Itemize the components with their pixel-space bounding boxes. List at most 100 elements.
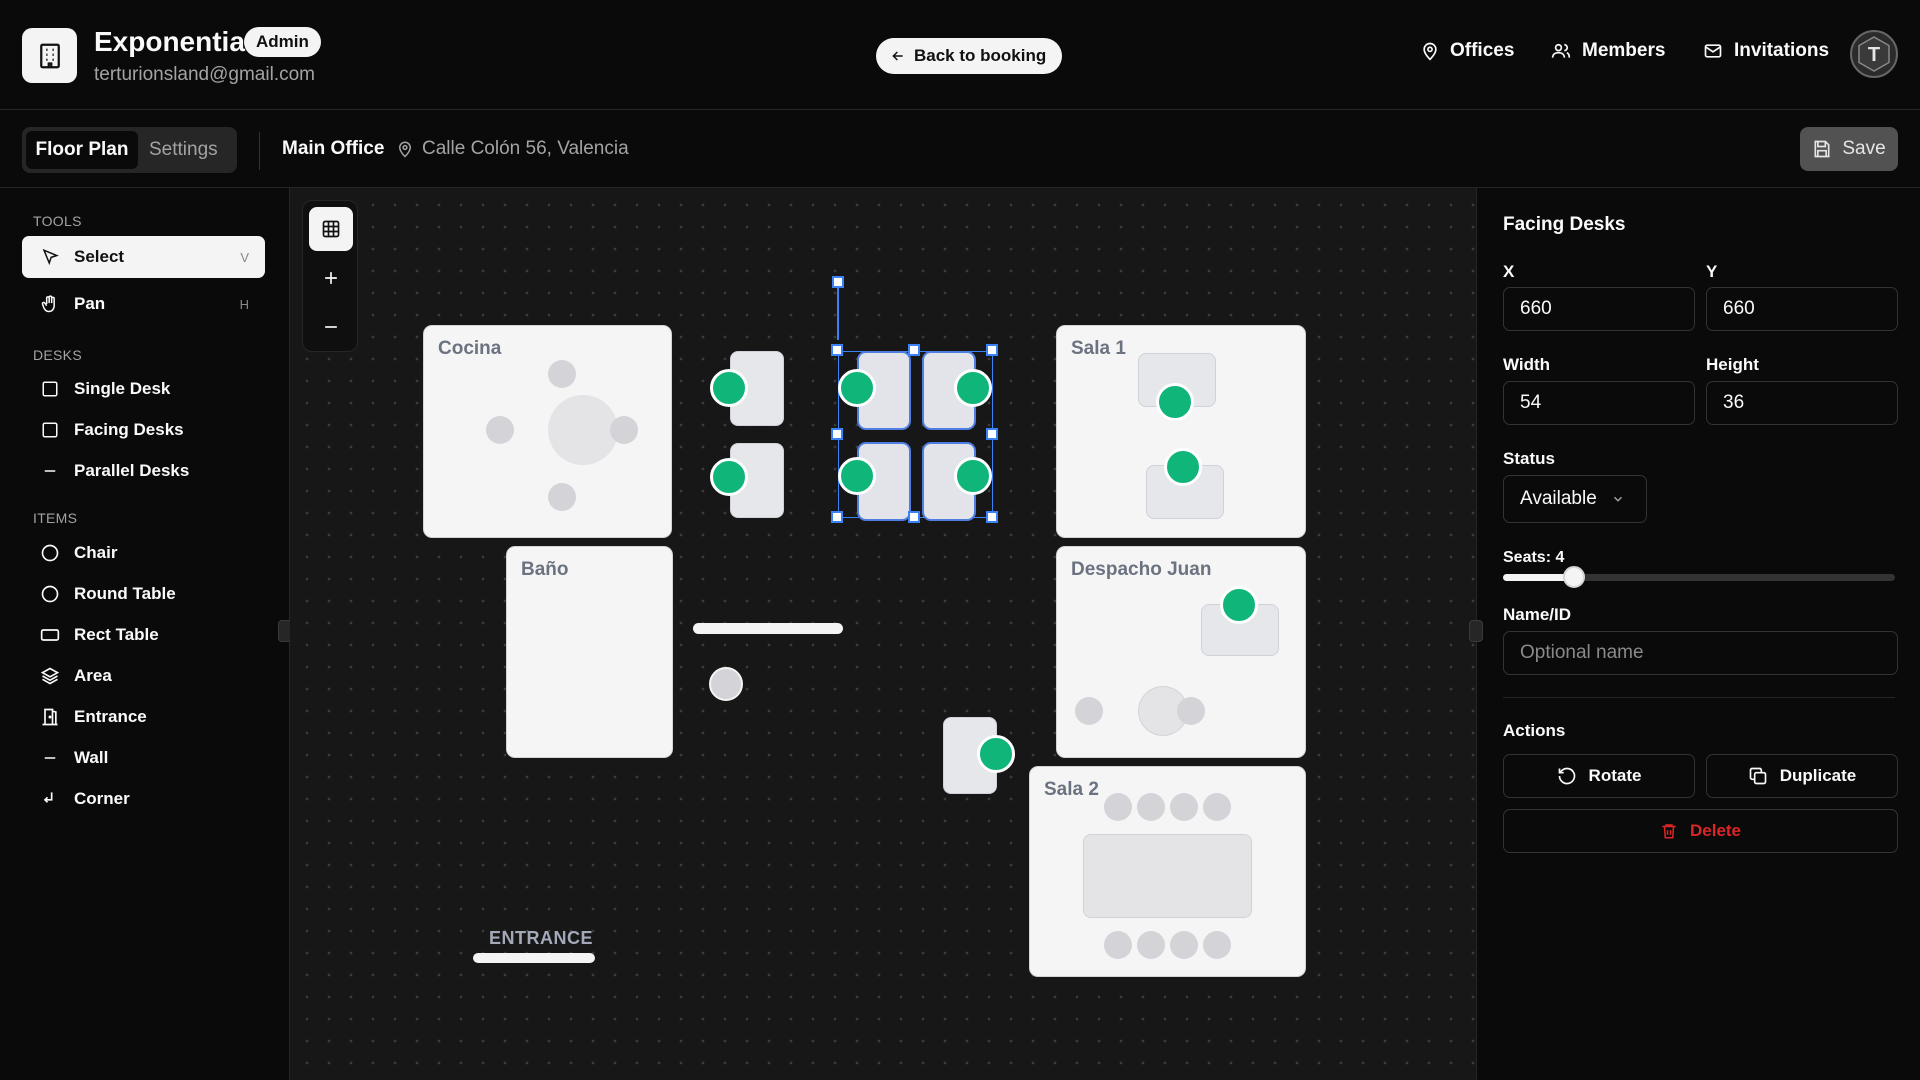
tool-select-label: Select — [74, 247, 125, 266]
tab-settings[interactable]: Settings — [149, 131, 218, 169]
tool-single-desk[interactable]: Single Desk — [22, 368, 265, 410]
seats-slider-thumb[interactable] — [1562, 566, 1585, 588]
building-logo-icon[interactable] — [22, 28, 77, 83]
chair[interactable] — [486, 416, 514, 444]
resize-handle-sw[interactable] — [831, 511, 843, 523]
room-despacho-juan[interactable]: Despacho Juan — [1057, 547, 1305, 757]
arrow-left-icon — [892, 51, 903, 61]
room-sala-2[interactable]: Sala 2 — [1030, 767, 1305, 976]
tool-pan[interactable]: Pan H — [22, 283, 265, 325]
nav-offices-label: Offices — [1450, 40, 1515, 61]
seat-available[interactable] — [710, 458, 748, 496]
chair[interactable] — [1104, 793, 1132, 821]
y-input[interactable]: 660 — [1706, 287, 1898, 331]
seat-available[interactable] — [838, 369, 876, 407]
x-input[interactable]: 660 — [1503, 287, 1695, 331]
user-avatar[interactable]: T — [1850, 30, 1898, 78]
width-label: Width — [1503, 355, 1551, 374]
seat-available[interactable] — [1220, 586, 1258, 624]
resize-handle-ne[interactable] — [986, 344, 998, 356]
tool-rect-table[interactable]: Rect Table — [22, 614, 265, 656]
mail-icon — [1704, 44, 1722, 58]
delete-button[interactable]: Delete — [1503, 809, 1898, 853]
back-to-booking-button[interactable]: Back to booking — [876, 38, 1063, 74]
save-icon — [1814, 140, 1830, 158]
divider — [1503, 697, 1895, 698]
room-sala-1[interactable]: Sala 1 — [1057, 326, 1305, 537]
resize-handle-nw[interactable] — [831, 344, 843, 356]
office-name: Main Office — [282, 138, 385, 159]
chair[interactable] — [1170, 931, 1198, 959]
room-bano[interactable]: Baño — [507, 547, 672, 757]
rotate-handle[interactable] — [832, 276, 844, 288]
chair[interactable] — [1203, 793, 1231, 821]
name-id-input[interactable]: Optional name — [1503, 631, 1898, 675]
chair[interactable] — [709, 667, 743, 701]
tab-floor-plan[interactable]: Floor Plan — [26, 131, 138, 169]
seat-available[interactable] — [838, 457, 876, 495]
tool-parallel-desks-label: Parallel Desks — [74, 461, 190, 480]
chair[interactable] — [548, 483, 576, 511]
circle-icon — [40, 584, 60, 604]
rotate-button[interactable]: Rotate — [1503, 754, 1695, 798]
back-to-booking-label: Back to booking — [914, 46, 1047, 65]
resize-handle-e[interactable] — [986, 428, 998, 440]
floor-plan-canvas[interactable]: Cocina Baño Sala 1 Despacho Juan Sala 2 … — [290, 188, 1476, 1080]
tool-wall[interactable]: Wall — [22, 737, 265, 779]
chair[interactable] — [1137, 931, 1165, 959]
actions-label: Actions — [1503, 721, 1566, 740]
seat-available[interactable] — [710, 369, 748, 407]
room-cocina[interactable]: Cocina — [424, 326, 671, 537]
wall[interactable] — [693, 623, 843, 634]
tool-wall-label: Wall — [74, 748, 109, 767]
round-table[interactable] — [548, 395, 618, 465]
nav-offices[interactable]: Offices — [1420, 40, 1514, 62]
duplicate-label: Duplicate — [1779, 766, 1857, 785]
rect-table[interactable] — [1084, 835, 1251, 917]
tool-round-table[interactable]: Round Table — [22, 573, 265, 615]
chair[interactable] — [548, 360, 576, 388]
resize-handle-s[interactable] — [908, 511, 920, 523]
chair[interactable] — [1177, 697, 1205, 725]
tool-corner[interactable]: Corner — [22, 778, 265, 820]
status-label: Status — [1503, 449, 1555, 468]
tool-area[interactable]: Area — [22, 655, 265, 697]
chair[interactable] — [1137, 793, 1165, 821]
seat-available[interactable] — [977, 735, 1015, 773]
status-value: Available — [1520, 488, 1597, 509]
width-input[interactable]: 54 — [1503, 381, 1695, 425]
seat-available[interactable] — [954, 457, 992, 495]
shortcut-hint: V — [240, 249, 249, 265]
zoom-in-button[interactable] — [309, 256, 353, 300]
nav-invitations[interactable]: Invitations — [1702, 40, 1829, 62]
save-button[interactable]: Save — [1800, 127, 1898, 171]
resize-handle-n[interactable] — [908, 344, 920, 356]
items-section-title: ITEMS — [33, 510, 78, 526]
right-panel-resize-handle[interactable] — [1469, 620, 1483, 642]
tool-select[interactable]: Select V — [22, 236, 265, 278]
status-select[interactable]: Available — [1503, 475, 1647, 523]
duplicate-button[interactable]: Duplicate — [1706, 754, 1898, 798]
tool-entrance[interactable]: Entrance — [22, 696, 265, 738]
nav-members[interactable]: Members — [1550, 40, 1665, 62]
chair[interactable] — [1104, 931, 1132, 959]
cursor-icon — [40, 247, 60, 267]
seats-slider[interactable] — [1503, 566, 1895, 588]
chair[interactable] — [1170, 793, 1198, 821]
tool-chair[interactable]: Chair — [22, 532, 265, 574]
height-input[interactable]: 36 — [1706, 381, 1898, 425]
grid-toggle-button[interactable] — [309, 207, 353, 251]
chair[interactable] — [610, 416, 638, 444]
seat-available[interactable] — [954, 369, 992, 407]
delete-label: Delete — [1689, 821, 1742, 840]
tool-facing-desks[interactable]: Facing Desks — [22, 409, 265, 451]
zoom-out-button[interactable] — [309, 305, 353, 349]
chair[interactable] — [1075, 697, 1103, 725]
resize-handle-w[interactable] — [831, 428, 843, 440]
seat-available[interactable] — [1164, 448, 1202, 486]
rotate-label: Rotate — [1588, 766, 1642, 785]
tool-parallel-desks[interactable]: Parallel Desks — [22, 450, 265, 492]
resize-handle-se[interactable] — [986, 511, 998, 523]
chair[interactable] — [1203, 931, 1231, 959]
seat-available[interactable] — [1156, 383, 1194, 421]
